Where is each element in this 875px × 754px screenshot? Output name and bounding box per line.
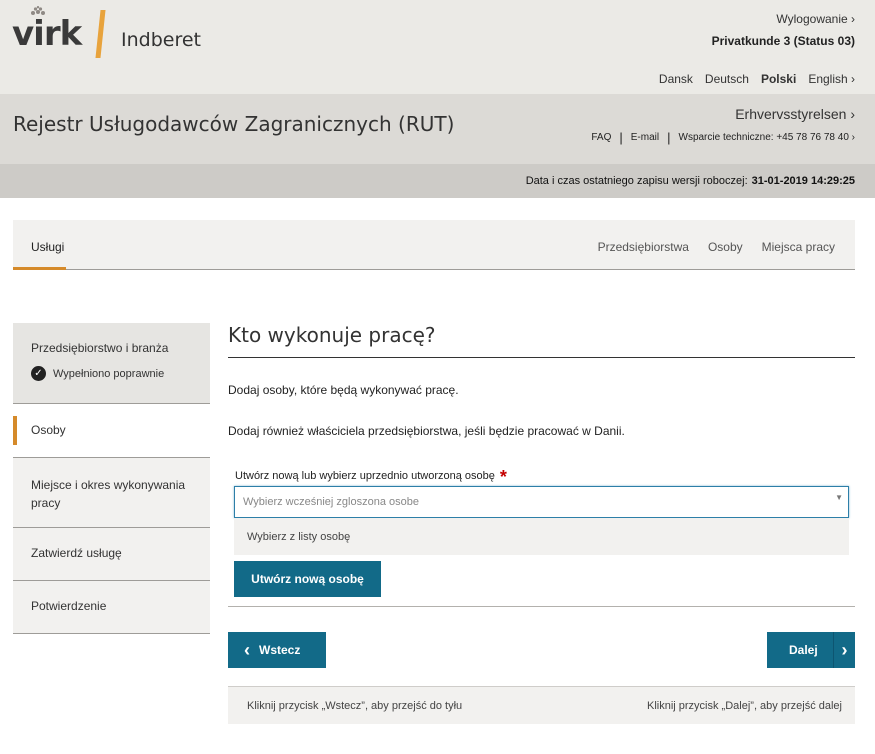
status-text: Wypełniono poprawnie: [53, 367, 165, 380]
divider: |: [619, 130, 623, 145]
help-links: FAQ | E-mail | Wsparcie techniczne: +45 …: [591, 130, 855, 145]
person-select[interactable]: Wybierz wcześniej zgloszona osobe ▼: [234, 486, 849, 518]
last-saved-label: Data i czas ostatniego zapisu wersji rob…: [525, 175, 748, 187]
tab-uslugi[interactable]: Usługi: [31, 240, 64, 254]
chevron-left-icon: ‹: [244, 639, 250, 660]
next-hint: Kliknij przycisk „Dalej”, aby przejść da…: [646, 700, 842, 712]
active-tab-indicator: [13, 267, 66, 270]
sidebar-item-label: Miejsce i okres wykonywania pracy: [31, 478, 186, 510]
logout-link[interactable]: Wylogowanie ›: [776, 12, 855, 26]
field-label-text: Utwórz nową lub wybierz uprzednio utworz…: [235, 470, 495, 482]
page-title: Rejestr Usługodawców Zagranicznych (RUT): [13, 112, 455, 136]
tab-przedsiebiorstwa[interactable]: Przedsiębiorstwa: [598, 240, 689, 254]
dropdown-option[interactable]: Wybierz z listy osobę: [247, 531, 350, 543]
chevron-right-icon: ›: [833, 632, 855, 668]
divider: |: [667, 130, 671, 145]
email-link[interactable]: E-mail: [631, 132, 659, 143]
lang-dansk[interactable]: Dansk: [659, 72, 693, 86]
section-title: Kto wykonuje pracę?: [228, 323, 436, 347]
check-icon: ✓: [31, 366, 46, 381]
tab-list: Przedsiębiorstwa Osoby Miejsca pracy: [598, 240, 835, 254]
status-completed: ✓ Wypełniono poprawnie: [31, 366, 164, 381]
sidebar-item-potwierdzenie[interactable]: Potwierdzenie: [13, 581, 210, 634]
select-dropdown: Wybierz z listy osobę: [234, 518, 849, 555]
navigation-hints: Kliknij przycisk „Wstecz”, aby przejść d…: [228, 686, 855, 724]
chevron-down-icon: ▼: [835, 493, 843, 502]
sidebar-item-label: Zatwierdź usługę: [31, 546, 122, 560]
required-marker: *: [499, 467, 507, 487]
sidebar-item-zatwierdz[interactable]: Zatwierdź usługę: [13, 528, 210, 581]
sidebar-item-label: Potwierdzenie: [31, 599, 107, 613]
sidebar-item-osoby[interactable]: Osoby: [13, 404, 210, 458]
back-button[interactable]: ‹ Wstecz: [228, 632, 326, 668]
next-button[interactable]: Dalej ›: [767, 632, 855, 668]
person-field-label: Utwórz nową lub wybierz uprzednio utworz…: [235, 467, 507, 488]
instruction-text: Dodaj osoby, które będą wykonywać pracę.: [228, 383, 459, 397]
tab-osoby[interactable]: Osoby: [708, 240, 743, 254]
last-saved: Data i czas ostatniego zapisu wersji rob…: [526, 175, 855, 187]
create-person-button[interactable]: Utwórz nową osobę: [234, 561, 381, 597]
active-step-marker: [13, 416, 17, 445]
back-hint: Kliknij przycisk „Wstecz”, aby przejść d…: [247, 700, 463, 712]
divider: [228, 357, 855, 358]
sidebar-item-miejsce[interactable]: Miejsce i okres wykonywania pracy: [13, 458, 210, 528]
user-name: Privatkunde 3 (Status 03): [711, 34, 855, 48]
last-saved-value: 31-01-2019 14:29:25: [751, 175, 855, 187]
lang-deutsch[interactable]: Deutsch: [705, 72, 749, 86]
next-button-label: Dalej: [789, 643, 818, 657]
lang-english[interactable]: English ›: [808, 72, 855, 86]
faq-link[interactable]: FAQ: [591, 132, 611, 143]
language-switcher: Dansk Deutsch Polski English ›: [659, 72, 855, 86]
back-button-label: Wstecz: [259, 643, 301, 657]
divider: [228, 606, 855, 607]
tab-bar: Usługi Przedsiębiorstwa Osoby Miejsca pr…: [13, 220, 855, 270]
sidebar-item-przedsiebiorstwo[interactable]: Przedsiębiorstwo i branża ✓ Wypełniono p…: [13, 323, 210, 404]
instruction-text: Dodaj również właściciela przedsiębiorst…: [228, 424, 625, 438]
sidebar-item-label: Przedsiębiorstwo i branża: [31, 341, 169, 355]
select-placeholder: Wybierz wcześniej zgloszona osobe: [243, 496, 419, 508]
virk-logo[interactable]: virk: [12, 14, 82, 54]
step-sidebar: Przedsiębiorstwo i branża ✓ Wypełniono p…: [13, 323, 210, 634]
lang-polski[interactable]: Polski: [761, 72, 796, 86]
sidebar-item-label: Osoby: [31, 423, 66, 437]
agency-link[interactable]: Erhvervsstyrelsen ›: [735, 106, 855, 122]
support-link[interactable]: Wsparcie techniczne: +45 78 76 78 40 ›: [679, 132, 856, 143]
app-name: Indberet: [121, 29, 201, 51]
tab-miejsca-pracy[interactable]: Miejsca pracy: [762, 240, 835, 254]
